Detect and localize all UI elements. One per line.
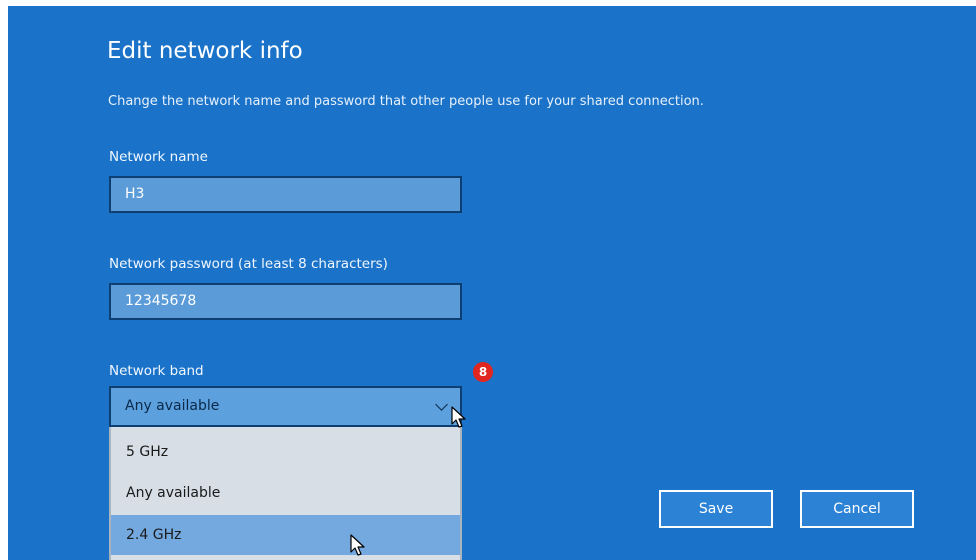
- band-option-2-4ghz[interactable]: 2.4 GHz: [111, 515, 460, 555]
- mouse-cursor-icon: [451, 406, 466, 428]
- chevron-down-icon[interactable]: [435, 398, 448, 411]
- network-band-label: Network band: [109, 363, 204, 379]
- network-name-label: Network name: [109, 149, 208, 165]
- network-band-dropdown: 5 GHz Any available 2.4 GHz: [109, 427, 462, 560]
- network-password-label: Network password (at least 8 characters): [109, 256, 388, 272]
- save-button[interactable]: Save: [659, 490, 773, 528]
- band-option-5ghz[interactable]: 5 GHz: [111, 432, 460, 472]
- step-number-badge: 8: [473, 362, 493, 382]
- network-password-input[interactable]: 12345678: [109, 283, 462, 320]
- mouse-cursor-icon: [350, 534, 365, 556]
- cancel-button[interactable]: Cancel: [800, 490, 914, 528]
- page-title: Edit network info: [107, 38, 303, 64]
- page-description: Change the network name and password tha…: [108, 94, 704, 109]
- edit-network-panel: Edit network info Change the network nam…: [8, 6, 976, 560]
- network-band-select[interactable]: Any available: [109, 386, 462, 427]
- network-band-selected-value: Any available: [125, 398, 220, 414]
- band-option-any-available[interactable]: Any available: [111, 473, 460, 513]
- network-name-input[interactable]: H3: [109, 176, 462, 213]
